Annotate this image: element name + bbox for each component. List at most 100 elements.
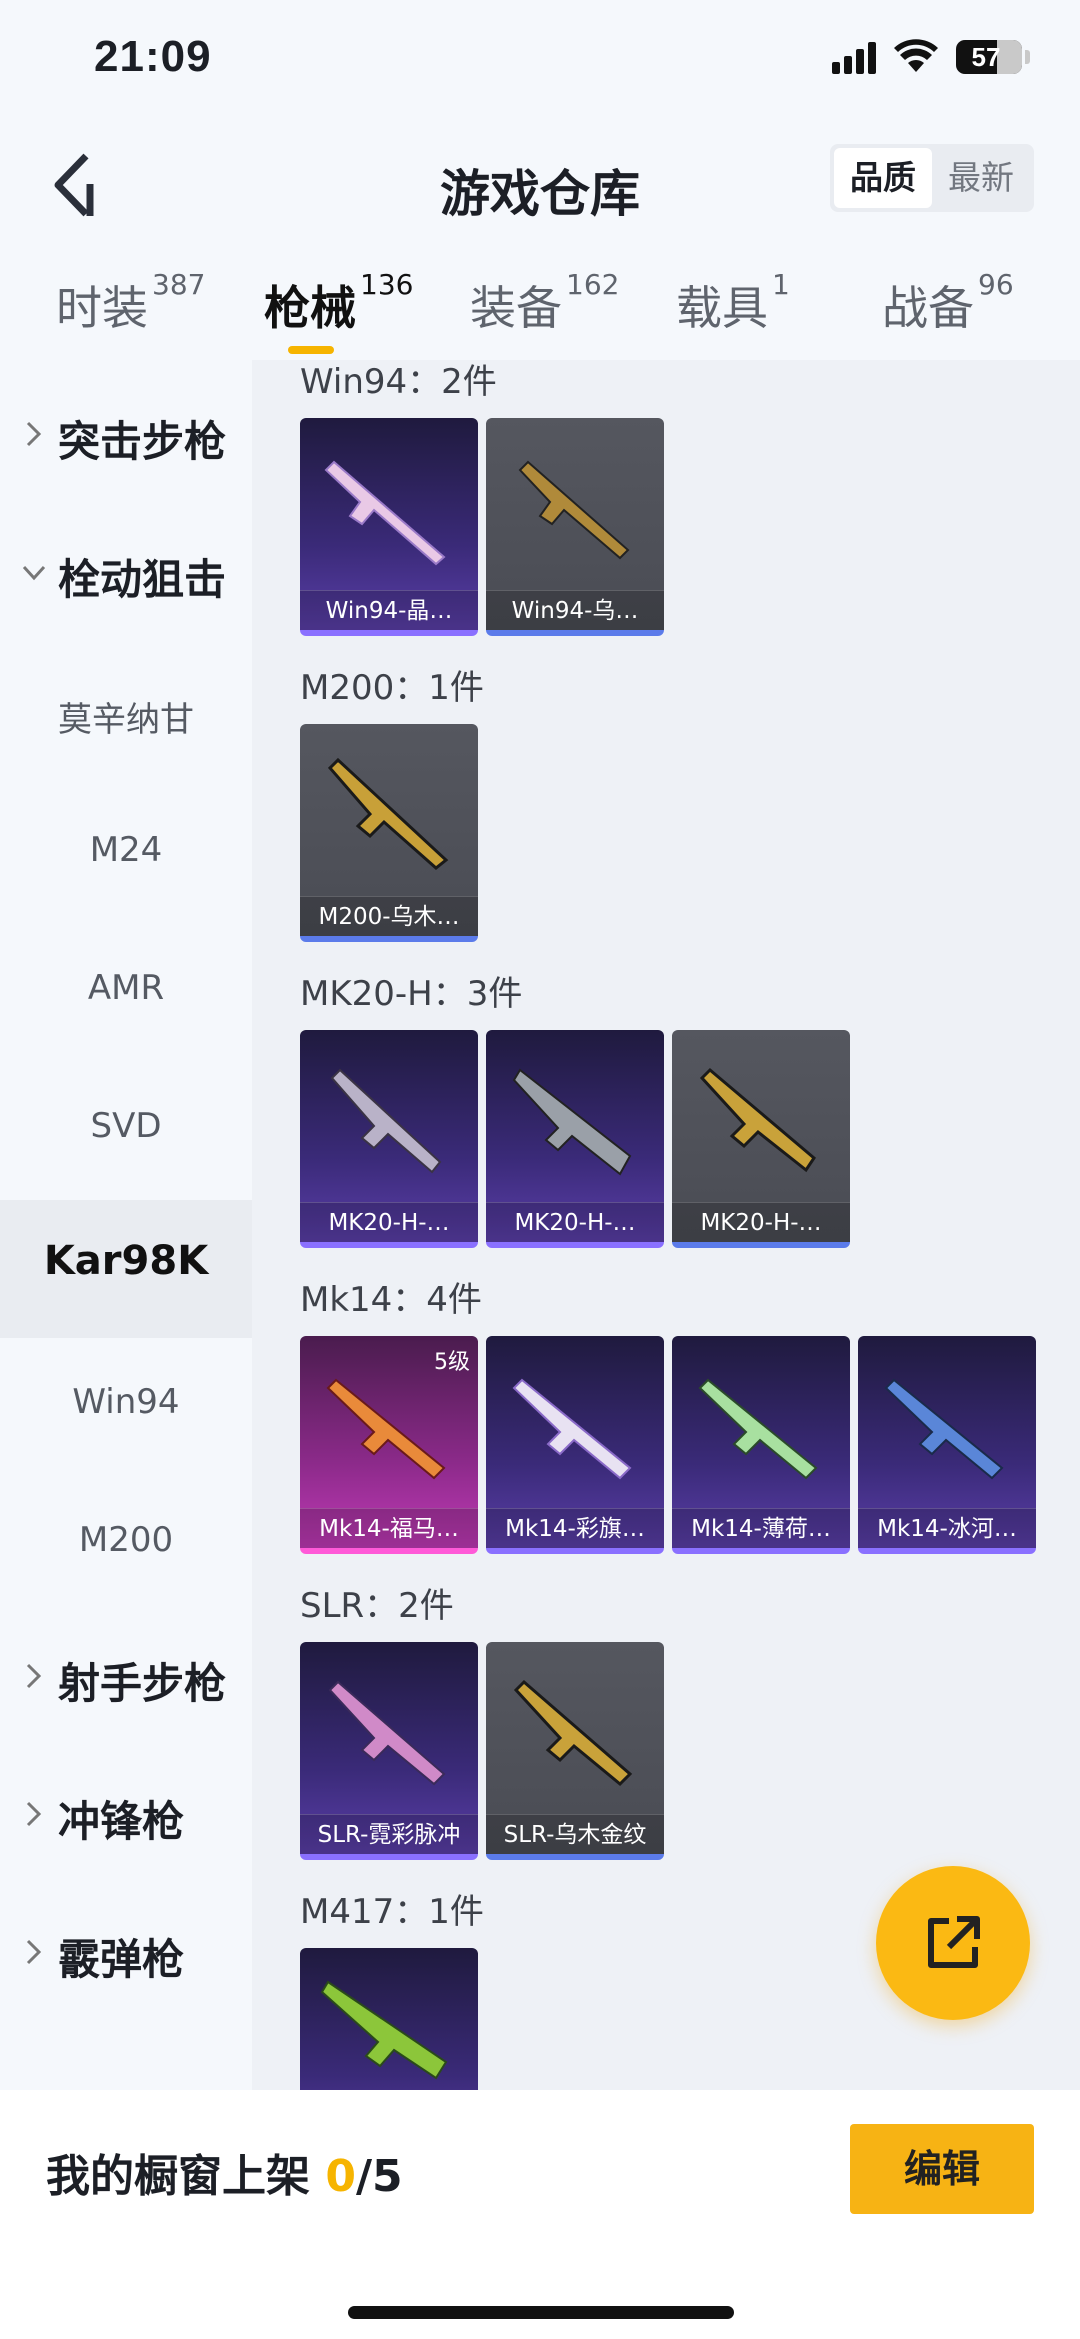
weapon-name: M200-乌木… (300, 896, 478, 936)
category-sidebar: 突击步枪 栓动狙击 莫辛纳甘 M24 AMR SVD Kar98K Win94 … (0, 360, 252, 2090)
sidebar-item-bolt-sniper[interactable]: 栓动狙击 (0, 510, 252, 648)
sidebar-item-shotgun[interactable]: 霰弹枪 (0, 1890, 252, 2028)
sidebar-item-label: 莫辛纳甘 (58, 700, 194, 740)
sidebar-sub-m200[interactable]: M200 (0, 1476, 252, 1614)
tab-count: 136 (360, 268, 414, 301)
weapon-grid: Win94：2件 Win94-晶… Win94-乌… M200：1件 M200-… (252, 360, 1080, 2090)
tab-label: 载具 (676, 281, 768, 335)
tab-firearms[interactable]: 枪械 136 (264, 268, 413, 336)
group-header-m200: M200：1件 (300, 668, 484, 708)
rifle-skin-icon (698, 1378, 818, 1480)
weapon-card[interactable]: SLR-霓彩脉冲 (300, 1642, 478, 1860)
weapon-card[interactable]: MK20-H-… (672, 1030, 850, 1248)
battery-icon: 57 (956, 40, 1022, 74)
sort-quality-button[interactable]: 品质 (834, 148, 932, 208)
sidebar-item-label: AMR (87, 968, 165, 1008)
sidebar-sub-mosin[interactable]: 莫辛纳甘 (0, 648, 252, 786)
home-indicator[interactable] (348, 2306, 734, 2319)
weapon-name: Mk14-冰河… (858, 1508, 1036, 1548)
group-header-win94: Win94：2件 (300, 362, 497, 402)
share-icon (928, 1916, 980, 1968)
weapon-name: MK20-H-… (486, 1202, 664, 1242)
weapon-card[interactable]: M200-乌木… (300, 724, 478, 942)
sidebar-item-label: 霰弹枪 (58, 1935, 185, 1984)
tab-label: 时装 (56, 281, 148, 335)
tab-count: 1 (772, 268, 790, 301)
group-header-mk20h: MK20-H：3件 (300, 974, 523, 1014)
chevron-right-icon (26, 421, 42, 447)
weapon-name: Mk14-彩旗… (486, 1508, 664, 1548)
tab-count: 387 (152, 268, 206, 301)
group-header-m417: M417：1件 (300, 1892, 484, 1932)
sort-newest-button[interactable]: 最新 (932, 148, 1030, 208)
weapon-card[interactable]: SLR-乌木金纹 (486, 1642, 664, 1860)
chevron-right-icon (26, 1939, 42, 1965)
sidebar-item-label: 冲锋枪 (58, 1797, 185, 1846)
battery-level: 57 (971, 42, 1001, 72)
weapon-card[interactable] (300, 1948, 478, 2090)
weapon-name: Mk14-福马… (300, 1508, 478, 1548)
weapon-card[interactable]: Win94-晶… (300, 418, 478, 636)
sidebar-item-assault-rifle[interactable]: 突击步枪 (0, 372, 252, 510)
bottom-bar: 我的橱窗上架 0/5 编辑 (0, 2090, 1080, 2339)
sidebar-sub-kar98k[interactable]: Kar98K (0, 1200, 252, 1338)
tab-label: 战备 (882, 281, 974, 335)
sidebar-item-marksman-rifle[interactable]: 射手步枪 (0, 1614, 252, 1752)
weapon-name: SLR-霓彩脉冲 (300, 1814, 478, 1854)
tab-vehicles[interactable]: 载具 1 (676, 268, 790, 336)
sort-toggle: 品质 最新 (830, 144, 1034, 212)
rifle-skin-icon (884, 1378, 1004, 1480)
rifle-skin-icon (513, 1679, 633, 1787)
weapon-name: Win94-乌… (486, 590, 664, 630)
rifle-skin-icon (512, 1378, 632, 1480)
rifle-skin-icon (518, 460, 630, 560)
weapon-name: Mk14-薄荷… (672, 1508, 850, 1548)
sidebar-item-label: 突击步枪 (58, 417, 227, 466)
showcase-label: 我的橱窗上架 (46, 2151, 326, 2202)
sidebar-item-label: Win94 (72, 1382, 180, 1422)
sidebar-item-label: Kar98K (43, 1238, 209, 1284)
weapon-card[interactable]: 5级 Mk14-福马… (300, 1336, 478, 1554)
sidebar-sub-win94[interactable]: Win94 (0, 1338, 252, 1476)
tab-fashion[interactable]: 时装 387 (56, 268, 205, 336)
sidebar-sub-svd[interactable]: SVD (0, 1062, 252, 1200)
group-header-mk14: Mk14：4件 (300, 1280, 482, 1320)
sidebar-sub-amr[interactable]: AMR (0, 924, 252, 1062)
sidebar-item-smg[interactable]: 冲锋枪 (0, 1752, 252, 1890)
tab-supplies[interactable]: 战备 96 (882, 268, 1014, 336)
edit-button[interactable]: 编辑 (850, 2124, 1034, 2214)
wifi-icon (894, 39, 938, 72)
weapon-card[interactable]: Mk14-薄荷… (672, 1336, 850, 1554)
active-tab-indicator (288, 346, 334, 354)
weapon-card[interactable]: Mk14-冰河… (858, 1336, 1036, 1554)
tab-equipment[interactable]: 装备 162 (470, 268, 619, 336)
rifle-skin-icon (327, 757, 449, 870)
sidebar-item-label: 射手步枪 (58, 1659, 227, 1708)
rifle-skin-icon (320, 1980, 448, 2080)
rifle-skin-icon (699, 1067, 816, 1173)
weapon-name: MK20-H-… (300, 1202, 478, 1242)
rifle-skin-icon (512, 1068, 632, 1176)
weapon-card[interactable]: MK20-H-… (300, 1030, 478, 1248)
group-header-slr: SLR：2件 (300, 1586, 454, 1626)
header: 游戏仓库 品质 最新 时装 387 枪械 136 装备 162 载具 1 战备 96 (0, 120, 1080, 360)
chevron-down-icon (22, 565, 46, 581)
chevron-right-icon (26, 1663, 42, 1689)
share-button[interactable] (876, 1866, 1030, 2020)
status-bar: 21:09 57 (0, 0, 1080, 120)
sidebar-item-label: SVD (90, 1106, 162, 1146)
rifle-skin-icon (326, 1378, 446, 1480)
chevron-right-icon (26, 1801, 42, 1827)
weapon-card[interactable]: Win94-乌… (486, 418, 664, 636)
tab-count: 96 (978, 268, 1014, 301)
weapon-card[interactable]: Mk14-彩旗… (486, 1336, 664, 1554)
weapon-card[interactable]: MK20-H-… (486, 1030, 664, 1248)
tab-count: 162 (566, 268, 620, 301)
weapon-name: SLR-乌木金纹 (486, 1814, 664, 1854)
showcase-status: 我的橱窗上架 0/5 (46, 2140, 403, 2204)
sidebar-sub-m24[interactable]: M24 (0, 786, 252, 924)
rifle-skin-icon (330, 1068, 442, 1174)
weapon-name: Win94-晶… (300, 590, 478, 630)
tab-label: 装备 (470, 281, 562, 335)
showcase-current-count: 0 (325, 2151, 356, 2202)
